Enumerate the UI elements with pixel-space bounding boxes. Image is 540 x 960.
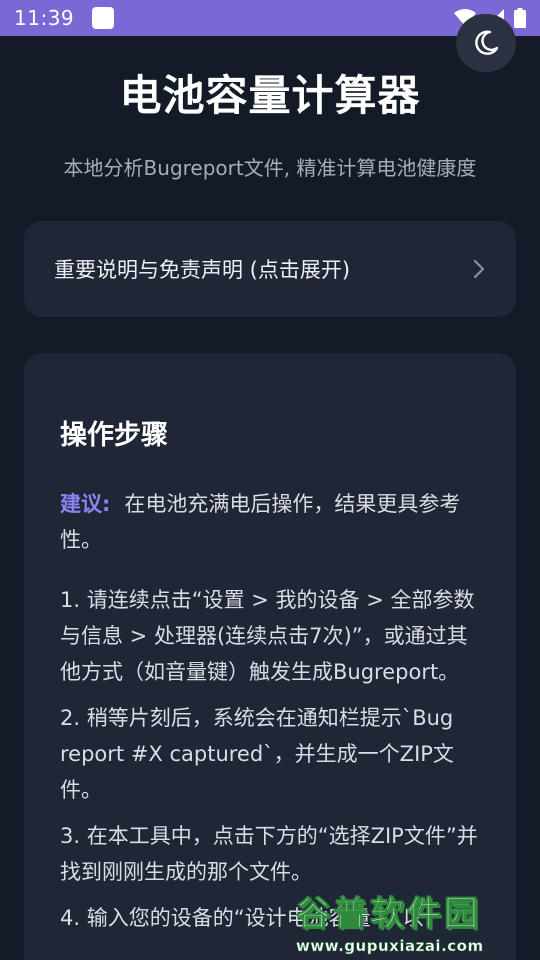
step-item: 3. 在本工具中，点击下方的“选择ZIP文件”并找到刚刚生成的那个文件。 — [60, 824, 478, 884]
watermark-url: www.gupuxiazai.com — [296, 937, 484, 956]
watermark-main: 谷普软件园 — [296, 894, 481, 935]
suggestion-text: 在电池充满电后操作，结果更具参考性。 — [60, 492, 461, 552]
watermark-logo: 谷普软件园 www.gupuxiazai.com — [296, 886, 540, 960]
disclaimer-expander[interactable]: 重要说明与免责声明 (点击展开) — [24, 221, 516, 317]
disclaimer-label: 重要说明与免责声明 (点击展开) — [54, 258, 351, 282]
notification-icon — [92, 7, 115, 29]
battery-icon — [514, 8, 526, 28]
status-time: 11:39 — [14, 6, 75, 30]
steps-title: 操作步骤 — [60, 420, 168, 451]
step-item: 2. 稍等片刻后，系统会在通知栏提示`Bug report #X capture… — [60, 706, 454, 802]
steps-card: 操作步骤 建议: 在电池充满电后操作，结果更具参考性。 1. 请连续点击“设置 >… — [24, 353, 516, 960]
suggestion-label: 建议: — [60, 492, 111, 516]
suggestion: 建议: 在电池充满电后操作，结果更具参考性。 — [60, 486, 488, 558]
page-title: 电池容量计算器 — [119, 71, 421, 120]
page-subtitle: 本地分析Bugreport文件, 精准计算电池健康度 — [63, 156, 477, 180]
step-item: 1. 请连续点击“设置 > 我的设备 > 全部参数与信息 > 处理器(连续点击7… — [60, 588, 475, 684]
moon-icon — [475, 30, 499, 55]
chevron-right-icon — [473, 259, 485, 279]
